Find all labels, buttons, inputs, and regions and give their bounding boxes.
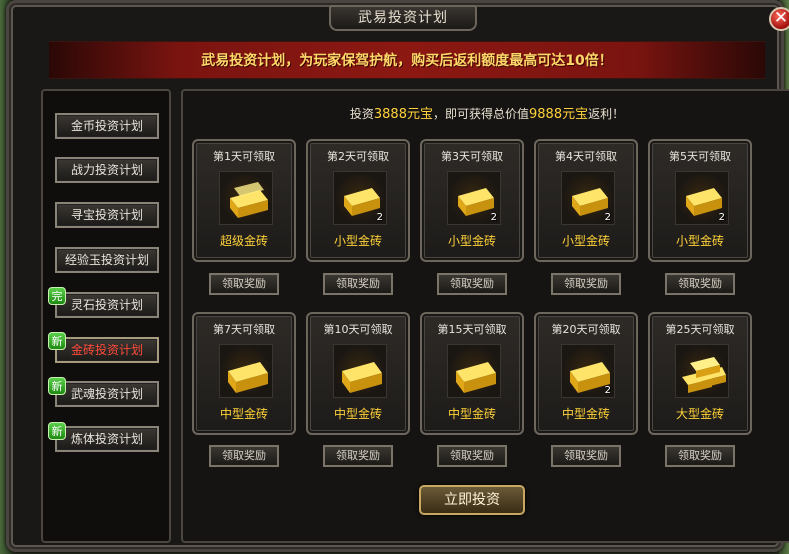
invest-amount: 3888元宝 [373, 107, 433, 122]
reward-day: 第7天可领取 [213, 323, 275, 336]
invest-total: 9888元宝 [529, 107, 589, 122]
reward-item-name: 小型金砖 [333, 234, 382, 248]
gold-bar-icon [342, 362, 382, 393]
reward-item-name: 中型金砖 [447, 407, 496, 421]
promo-banner: 武易投资计划，为玩家保驾护航，购买后返利额度最高可达10倍！ [49, 41, 765, 79]
reward-day: 第25天可领取 [665, 323, 735, 336]
reward-day: 第15天可领取 [437, 323, 507, 336]
reward-card: 第20天可领取 2 中型金砖 [534, 312, 638, 435]
sidebar-item-body-refining-plan[interactable]: 炼体投资计划 [55, 426, 159, 452]
claim-reward-button[interactable]: 领取奖励 [209, 445, 279, 467]
sidebar-item-martial-soul-plan[interactable]: 武魂投资计划 [55, 381, 159, 407]
sidebar-item-spirit-stone-plan[interactable]: 灵石投资计划 [55, 292, 159, 318]
gold-bar-icon [228, 362, 268, 393]
claim-reward-button[interactable]: 领取奖励 [437, 273, 507, 295]
reward-card: 第15天可领取 中型金砖 [420, 312, 524, 435]
reward-card: 第25天可领取 大型金砖 [648, 312, 752, 435]
sidebar-item-treasure-plan[interactable]: 寻宝投资计划 [55, 202, 159, 228]
reward-item-slot[interactable] [447, 344, 501, 398]
invest-middle: ，即可获得总价值 [432, 107, 529, 121]
reward-day: 第4天可领取 [555, 150, 617, 163]
reward-card: 第1天可领取 超级金砖 [192, 139, 296, 262]
invest-suffix: 返利！ [588, 107, 625, 121]
reward-item-name: 中型金砖 [219, 407, 268, 421]
claim-reward-button[interactable]: 领取奖励 [551, 445, 621, 467]
complete-badge: 完 [48, 287, 66, 305]
reward-day: 第1天可领取 [213, 150, 275, 163]
gold-bar-icon [456, 362, 496, 393]
reward-item-name: 小型金砖 [675, 234, 724, 248]
claim-reward-button[interactable]: 领取奖励 [209, 273, 279, 295]
reward-day: 第2天可领取 [327, 150, 389, 163]
gold-bar-stack-icon [682, 357, 726, 393]
invest-summary: 投资3888元宝，即可获得总价值9888元宝返利！ [183, 103, 789, 122]
item-count: 2 [376, 212, 383, 223]
sidebar-item-gold-brick-plan[interactable]: 金砖投资计划 [55, 337, 159, 363]
sidebar-item-exp-jade-plan[interactable]: 经验玉投资计划 [55, 247, 159, 273]
reward-item-slot[interactable]: 2 [561, 344, 615, 398]
reward-item-slot[interactable]: 2 [447, 171, 501, 225]
reward-item-name: 中型金砖 [561, 407, 610, 421]
sidebar-item-power-plan[interactable]: 战力投资计划 [55, 157, 159, 183]
reward-item-name: 中型金砖 [333, 407, 382, 421]
reward-item-name: 小型金砖 [447, 234, 496, 248]
reward-card: 第3天可领取 2 小型金砖 [420, 139, 524, 262]
reward-item-slot[interactable]: 2 [333, 171, 387, 225]
reward-card: 第7天可领取 中型金砖 [192, 312, 296, 435]
plan-sidebar: 金币投资计划 战力投资计划 寻宝投资计划 经验玉投资计划 完 灵石投资计划 新 … [41, 89, 171, 543]
reward-card: 第4天可领取 2 小型金砖 [534, 139, 638, 262]
reward-day: 第5天可领取 [669, 150, 731, 163]
reward-item-slot[interactable] [333, 344, 387, 398]
gold-bar-icon [230, 182, 268, 218]
sidebar-item-gold-coin-plan[interactable]: 金币投资计划 [55, 113, 159, 139]
reward-item-slot[interactable] [219, 171, 273, 225]
reward-item-name: 超级金砖 [219, 234, 268, 248]
claim-reward-button[interactable]: 领取奖励 [323, 445, 393, 467]
new-badge: 新 [48, 422, 66, 440]
item-count: 2 [604, 212, 611, 223]
reward-item-slot[interactable]: 2 [675, 171, 729, 225]
close-button[interactable]: ✕ [769, 7, 789, 31]
item-count: 2 [718, 212, 725, 223]
window-title: 武易投资计划 [329, 5, 477, 31]
invest-prefix: 投资 [349, 107, 374, 121]
claim-reward-button[interactable]: 领取奖励 [551, 273, 621, 295]
reward-day: 第20天可领取 [551, 323, 621, 336]
reward-day: 第3天可领取 [441, 150, 503, 163]
claim-reward-button[interactable]: 领取奖励 [437, 445, 507, 467]
investment-window: 武易投资计划 ✕ 武易投资计划，为玩家保驾护航，购买后返利额度最高可达10倍！ … [6, 0, 789, 552]
claim-reward-button[interactable]: 领取奖励 [323, 273, 393, 295]
item-count: 2 [490, 212, 497, 223]
claim-reward-button[interactable]: 领取奖励 [665, 445, 735, 467]
reward-day: 第10天可领取 [323, 323, 393, 336]
reward-item-name: 大型金砖 [675, 407, 724, 421]
item-count: 2 [604, 385, 611, 396]
reward-item-slot[interactable]: 2 [561, 171, 615, 225]
reward-card: 第5天可领取 2 小型金砖 [648, 139, 752, 262]
reward-item-name: 小型金砖 [561, 234, 610, 248]
new-badge: 新 [48, 377, 66, 395]
new-badge: 新 [48, 332, 66, 350]
reward-item-slot[interactable] [219, 344, 273, 398]
reward-card: 第2天可领取 2 小型金砖 [306, 139, 410, 262]
reward-card: 第10天可领取 中型金砖 [306, 312, 410, 435]
claim-reward-button[interactable]: 领取奖励 [665, 273, 735, 295]
invest-now-button[interactable]: 立即投资 [419, 485, 525, 515]
reward-item-slot[interactable] [675, 344, 729, 398]
reward-panel: 投资3888元宝，即可获得总价值9888元宝返利！ 第1天可领取 超级金砖 第2… [181, 89, 789, 543]
